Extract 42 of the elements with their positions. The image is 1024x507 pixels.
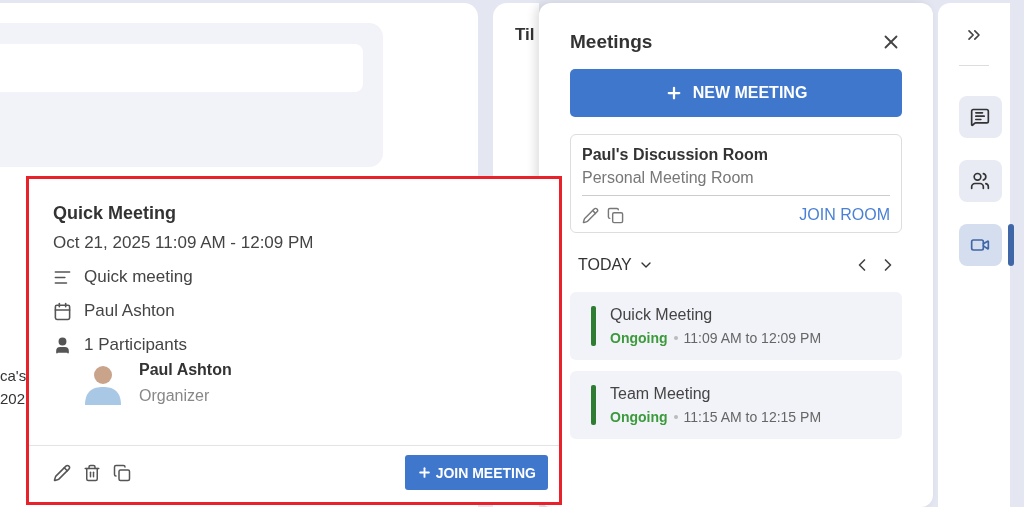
meeting-status: Ongoing: [610, 330, 668, 346]
meeting-status: Ongoing: [610, 409, 668, 425]
panel-heading: Til: [515, 25, 535, 44]
calendar-icon: [53, 301, 72, 321]
popup-title: Quick Meeting: [53, 203, 178, 224]
detail-text: Quick meeting: [84, 267, 193, 287]
text-fragment: ca's: [0, 367, 27, 384]
panel-title: Meetings: [570, 31, 653, 53]
delete-button[interactable]: [83, 463, 101, 482]
edit-button[interactable]: [582, 206, 599, 224]
rail-button[interactable]: [958, 96, 1002, 138]
meeting-title: Quick Meeting: [610, 306, 714, 324]
copy-button[interactable]: [113, 463, 131, 482]
person-icon: [53, 335, 72, 355]
meeting-item[interactable]: Team Meeting Ongoing 11:15 AM to 12:15 PM: [570, 371, 902, 439]
meeting-item[interactable]: Quick Meeting Ongoing 11:09 AM to 12:09 PM: [570, 292, 902, 360]
new-meeting-button[interactable]: NEW MEETING: [570, 69, 902, 117]
participant-role: Organizer: [139, 387, 211, 405]
edit-button[interactable]: [53, 463, 71, 482]
people-icon: [970, 171, 990, 191]
chat-icon: [970, 107, 990, 127]
copy-button[interactable]: [607, 206, 624, 224]
meeting-datetime: Oct 21, 2025 11:09 AM - 12:09 PM: [53, 233, 315, 253]
plus-icon: [416, 465, 432, 480]
separator-dot: [673, 415, 678, 419]
status-bar: [591, 385, 596, 425]
text-fragment: 202: [0, 390, 26, 407]
participant-name: Paul Ashton: [139, 361, 232, 379]
join-room-link[interactable]: JOIN ROOM: [799, 206, 890, 224]
meeting-title: Team Meeting: [610, 385, 712, 403]
separator-dot: [673, 336, 678, 340]
day-dropdown[interactable]: TODAY: [578, 256, 654, 274]
meeting-time: 11:09 AM to 12:09 PM: [683, 330, 822, 346]
room-name: Paul's Discussion Room: [582, 146, 770, 164]
room-subtitle: Personal Meeting Room: [582, 169, 890, 196]
join-meeting-button[interactable]: JOIN MEETING: [404, 455, 548, 490]
status-bar: [591, 306, 596, 346]
selection-marker: [1007, 224, 1014, 266]
meeting-time: 11:15 AM to 12:15 PM: [683, 409, 822, 425]
rail-button[interactable]: [958, 160, 1002, 202]
detail-text: Paul Ashton: [84, 301, 175, 321]
detail-text: 1 Participants: [84, 335, 187, 355]
